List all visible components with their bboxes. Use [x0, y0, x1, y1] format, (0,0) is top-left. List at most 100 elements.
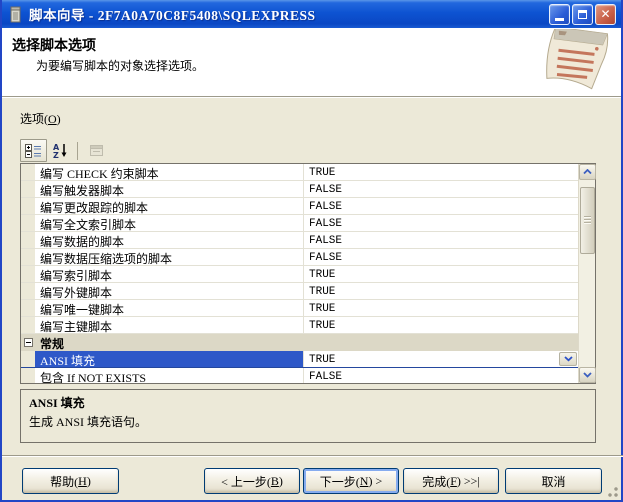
row-gutter: [21, 266, 35, 282]
option-label[interactable]: ANSI 填充: [35, 351, 304, 367]
grid-option-row[interactable]: 编写触发器脚本 FALSE: [21, 181, 578, 198]
help-button[interactable]: 帮助(H): [22, 468, 119, 494]
grid-option-row[interactable]: 编写 CHECK 约束脚本 TRUE: [21, 164, 578, 181]
value-dropdown-button[interactable]: [559, 352, 577, 366]
script-options-grid[interactable]: 编写 CHECK 约束脚本 TRUE 编写触发器脚本 FALSE 编写更改跟踪的脚本 FA…: [20, 163, 596, 384]
row-gutter: [21, 181, 35, 197]
option-value-text: TRUE: [309, 303, 335, 315]
grid-option-row[interactable]: 编写更改跟踪的脚本 FALSE: [21, 198, 578, 215]
minimize-icon: [555, 18, 564, 21]
title-bar[interactable]: 脚本向导 - 2F7A0A70C8F5408\SQLEXPRESS ✕: [2, 0, 621, 28]
option-value[interactable]: TRUE: [304, 300, 578, 316]
option-value-text: TRUE: [309, 269, 335, 281]
option-label[interactable]: 编写主键脚本: [35, 317, 304, 333]
wizard-page-header: 选择脚本选项 为要编写脚本的对象选择选项。: [2, 28, 621, 97]
grid-option-row[interactable]: 编写外键脚本 TRUE: [21, 283, 578, 300]
grid-option-row[interactable]: 编写主键脚本 TRUE: [21, 317, 578, 334]
scroll-down-button[interactable]: [579, 367, 596, 383]
row-gutter: [21, 300, 35, 316]
option-label[interactable]: 编写唯一键脚本: [35, 300, 304, 316]
option-value[interactable]: FALSE: [304, 232, 578, 248]
option-value-text: TRUE: [309, 320, 335, 332]
row-gutter: [21, 249, 35, 265]
category-collapse-box[interactable]: [21, 334, 35, 350]
property-pages-button[interactable]: [83, 139, 110, 162]
option-label[interactable]: 编写数据压缩选项的脚本: [35, 249, 304, 265]
option-value[interactable]: TRUE: [304, 317, 578, 333]
scroll-down-icon: [583, 372, 592, 378]
cancel-button[interactable]: 取消: [505, 468, 602, 494]
page-subtitle: 为要编写脚本的对象选择选项。: [36, 57, 204, 74]
categorized-view-button[interactable]: [20, 139, 47, 162]
grid-option-row[interactable]: 编写全文索引脚本 FALSE: [21, 215, 578, 232]
option-label[interactable]: 编写数据的脚本: [35, 232, 304, 248]
page-title: 选择脚本选项: [12, 35, 96, 55]
next-button[interactable]: 下一步(N) >: [303, 468, 399, 494]
alphabetical-sort-button[interactable]: A Z: [47, 139, 74, 162]
maximize-icon: [578, 10, 587, 19]
grid-option-row[interactable]: 包含 If NOT EXISTSFALSE: [21, 368, 578, 383]
row-gutter: [21, 368, 35, 383]
row-gutter: [21, 164, 35, 180]
option-label[interactable]: 编写触发器脚本: [35, 181, 304, 197]
toolbar-separator: [77, 142, 78, 160]
row-gutter: [21, 198, 35, 214]
option-label[interactable]: 编写更改跟踪的脚本: [35, 198, 304, 214]
finish-button[interactable]: 完成(F) >>|: [403, 468, 499, 494]
scroll-up-button[interactable]: [579, 164, 596, 180]
option-label[interactable]: 常规: [35, 334, 578, 350]
grid-option-row[interactable]: ANSI 填充TRUE: [21, 351, 578, 368]
back-button[interactable]: < 上一步(B): [204, 468, 300, 494]
row-gutter: [21, 283, 35, 299]
grid-option-row[interactable]: 编写数据的脚本 FALSE: [21, 232, 578, 249]
row-gutter: [21, 215, 35, 231]
row-gutter: [21, 232, 35, 248]
option-value[interactable]: FALSE: [304, 198, 578, 214]
scroll-artwork: [534, 29, 618, 95]
window-title: 脚本向导 - 2F7A0A70C8F5408\SQLEXPRESS: [29, 4, 316, 24]
option-label[interactable]: 包含 If NOT EXISTS: [35, 368, 304, 383]
script-wizard-dialog: 脚本向导 - 2F7A0A70C8F5408\SQLEXPRESS ✕ 选择脚本…: [0, 0, 623, 502]
option-label[interactable]: 编写 CHECK 约束脚本: [35, 164, 304, 180]
scroll-up-icon: [583, 169, 592, 175]
option-value[interactable]: FALSE: [304, 249, 578, 265]
option-value-text: FALSE: [309, 184, 342, 196]
option-value-text: TRUE: [309, 286, 335, 298]
grid-category-row[interactable]: 常规: [21, 334, 578, 351]
scrollbar-thumb[interactable]: [580, 187, 595, 254]
script-wizard-icon: [7, 6, 24, 23]
option-value[interactable]: FALSE: [304, 215, 578, 231]
maximize-button[interactable]: [572, 4, 593, 25]
property-pages-icon: [89, 144, 104, 157]
svg-text:Z: Z: [53, 151, 59, 158]
close-button[interactable]: ✕: [595, 4, 616, 25]
option-label[interactable]: 编写全文索引脚本: [35, 215, 304, 231]
option-value-text: TRUE: [309, 167, 335, 179]
row-gutter: [21, 317, 35, 333]
az-sort-icon: A Z: [53, 143, 68, 158]
description-pane: ANSI 填充 生成 ANSI 填充语句。: [20, 389, 596, 443]
minimize-button[interactable]: [549, 4, 570, 25]
option-value-text: FALSE: [309, 201, 342, 213]
options-label: 选项(O): [20, 110, 61, 127]
option-value[interactable]: TRUE: [304, 164, 578, 180]
option-label[interactable]: 编写外键脚本: [35, 283, 304, 299]
option-value[interactable]: FALSE: [304, 368, 578, 383]
option-value-text: FALSE: [309, 252, 342, 264]
grid-option-row[interactable]: 编写唯一键脚本 TRUE: [21, 300, 578, 317]
option-value[interactable]: TRUE: [304, 266, 578, 282]
property-grid-toolbar: A Z: [20, 138, 110, 163]
footer-divider: [2, 455, 623, 457]
description-text: 生成 ANSI 填充语句。: [29, 413, 587, 430]
option-value[interactable]: TRUE: [304, 351, 578, 367]
option-value[interactable]: TRUE: [304, 283, 578, 299]
option-value-text: FALSE: [309, 235, 342, 247]
grid-option-row[interactable]: 编写索引脚本 TRUE: [21, 266, 578, 283]
option-value-text: FALSE: [309, 218, 342, 230]
resize-grip[interactable]: [607, 486, 619, 498]
grid-option-row[interactable]: 编写数据压缩选项的脚本 FALSE: [21, 249, 578, 266]
description-title: ANSI 填充: [29, 394, 587, 411]
option-label[interactable]: 编写索引脚本: [35, 266, 304, 282]
option-value[interactable]: FALSE: [304, 181, 578, 197]
vertical-scrollbar[interactable]: [578, 164, 595, 383]
